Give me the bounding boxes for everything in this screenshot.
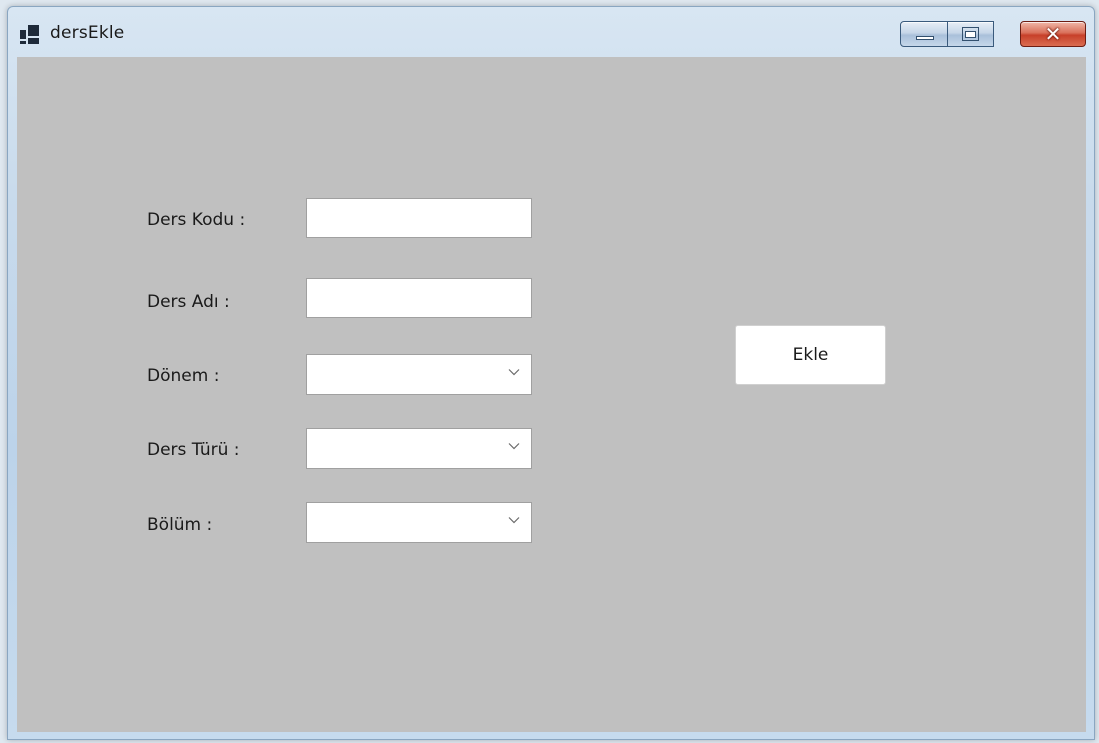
donem-combobox[interactable] [306, 354, 532, 395]
close-icon: ✕ [1044, 22, 1062, 46]
maximize-icon [962, 27, 979, 41]
bolum-label: Bölüm : [147, 515, 213, 535]
app-window-icon[interactable] [20, 25, 40, 45]
ders-adi-input[interactable] [306, 278, 532, 318]
ders-turu-label: Ders Türü : [147, 440, 240, 460]
app-window: dersEkle ✕ Ders Kodu : Ders Adı : Dönem … [7, 6, 1095, 740]
ekle-button[interactable]: Ekle [735, 325, 886, 385]
donem-label: Dönem : [147, 366, 220, 386]
bolum-combobox[interactable] [306, 502, 532, 543]
minimize-button[interactable] [900, 21, 948, 47]
title-bar[interactable]: dersEkle ✕ [8, 7, 1094, 57]
close-button[interactable]: ✕ [1020, 21, 1086, 47]
ders-turu-combobox[interactable] [306, 428, 532, 469]
ders-kodu-label: Ders Kodu : [147, 210, 246, 230]
chevron-down-icon[interactable] [507, 439, 521, 453]
chevron-down-icon[interactable] [507, 365, 521, 379]
window-title: dersEkle [50, 23, 125, 43]
form-client-area: Ders Kodu : Ders Adı : Dönem : Ders Türü… [17, 57, 1086, 732]
chevron-down-icon[interactable] [507, 513, 521, 527]
minimize-icon [916, 36, 934, 40]
window-bottom-border[interactable] [8, 730, 1094, 739]
ders-adi-label: Ders Adı : [147, 292, 230, 312]
ders-kodu-input[interactable] [306, 198, 532, 238]
maximize-button[interactable] [948, 21, 994, 47]
